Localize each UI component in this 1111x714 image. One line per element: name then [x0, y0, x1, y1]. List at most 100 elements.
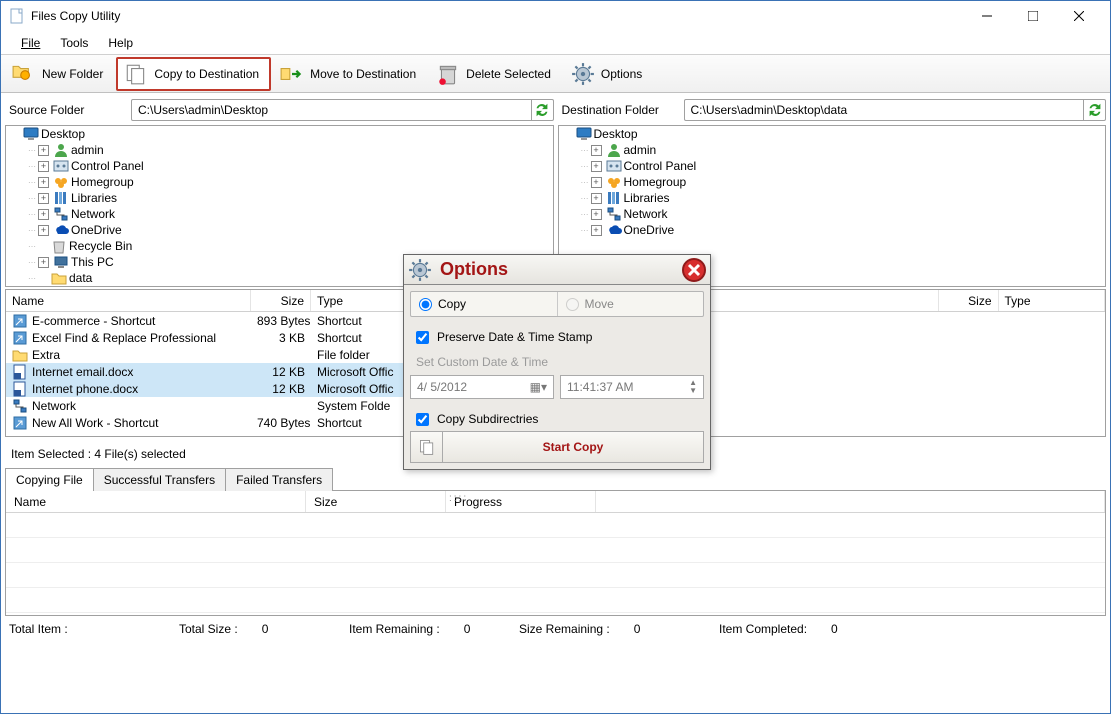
tree-item[interactable]: ⋯+ Network — [6, 206, 553, 222]
tree-item[interactable]: ⋯+ Libraries — [6, 190, 553, 206]
time-picker[interactable]: 11:41:37 AM▲▼ — [560, 375, 704, 399]
tree-item[interactable]: ⋯+ Homegroup — [6, 174, 553, 190]
tree-item-label: Desktop — [41, 127, 85, 141]
expand-toggle[interactable]: + — [38, 177, 49, 188]
tree-item[interactable]: ⋯ Recycle Bin — [6, 238, 553, 254]
col-type[interactable]: Type — [999, 290, 1106, 311]
col-spacer — [596, 491, 1105, 512]
col-size[interactable]: Size — [251, 290, 311, 311]
app-icon — [9, 8, 25, 24]
total-item-label: Total Item : — [9, 622, 68, 636]
date-picker[interactable]: 4/ 5/2012▦▾ — [410, 375, 554, 399]
doc-icon — [12, 364, 28, 380]
tree-item[interactable]: ⋯+ admin — [6, 142, 553, 158]
splitter-grip[interactable]: :::: — [449, 493, 468, 504]
screen-icon — [576, 126, 592, 142]
expand-toggle[interactable]: + — [38, 161, 49, 172]
tab-failed-transfers[interactable]: Failed Transfers — [225, 468, 333, 491]
net-icon — [12, 398, 28, 414]
tree-item[interactable]: Desktop — [6, 126, 553, 142]
mode-move-radio[interactable]: Move — [557, 292, 704, 316]
expand-toggle[interactable]: + — [591, 161, 602, 172]
col-name[interactable]: Name — [6, 290, 251, 311]
destination-refresh-button[interactable] — [1083, 100, 1105, 120]
hg-icon — [606, 174, 622, 190]
cp-icon — [53, 158, 69, 174]
tab-copying-file[interactable]: Copying File — [5, 468, 94, 491]
tree-item-label: Network — [71, 207, 115, 221]
expand-toggle[interactable]: + — [38, 193, 49, 204]
od-icon — [606, 222, 622, 238]
tree-item[interactable]: ⋯+ OneDrive — [559, 222, 1106, 238]
copy-icon — [124, 62, 148, 86]
window-title: Files Copy Utility — [31, 9, 964, 23]
close-button[interactable] — [1056, 1, 1102, 31]
options-button[interactable]: Options — [564, 57, 653, 91]
col-progress[interactable]: Progress — [446, 491, 596, 512]
destination-path-input[interactable] — [685, 103, 1084, 117]
radio-move[interactable] — [566, 298, 579, 311]
new-folder-button[interactable]: New Folder — [5, 57, 114, 91]
preserve-timestamp-checkbox[interactable]: Preserve Date & Time Stamp — [410, 325, 704, 349]
expand-toggle[interactable]: + — [591, 145, 602, 156]
cp-icon — [606, 158, 622, 174]
tree-item[interactable]: ⋯+ Control Panel — [559, 158, 1106, 174]
tree-item[interactable]: ⋯+ OneDrive — [6, 222, 553, 238]
move-to-destination-button[interactable]: Move to Destination — [273, 57, 427, 91]
item-remaining-label: Item Remaining : — [349, 622, 440, 636]
copy-to-destination-label: Copy to Destination — [154, 67, 259, 81]
tab-successful-transfers[interactable]: Successful Transfers — [93, 468, 226, 491]
expand-toggle[interactable]: + — [38, 145, 49, 156]
copy-to-destination-button[interactable]: Copy to Destination — [116, 57, 271, 91]
options-close-button[interactable] — [682, 258, 706, 282]
move-icon — [280, 62, 304, 86]
tree-item[interactable]: Desktop — [559, 126, 1106, 142]
file-size: 893 Bytes — [251, 314, 311, 328]
table-row — [6, 588, 1105, 613]
copy-icon — [410, 431, 442, 463]
copy-subdirectories-checkbox[interactable]: Copy Subdirectries — [410, 407, 704, 431]
bin-icon — [51, 238, 67, 254]
expand-toggle[interactable]: + — [38, 257, 49, 268]
gear-icon — [571, 62, 595, 86]
tree-item[interactable]: ⋯+ Control Panel — [6, 158, 553, 174]
menu-file[interactable]: File — [13, 34, 48, 52]
delete-selected-button[interactable]: Delete Selected — [429, 57, 562, 91]
refresh-icon — [533, 101, 551, 119]
status-bar: Total Item : Total Size : 0 Item Remainin… — [1, 616, 1110, 642]
spinner-icon: ▲▼ — [689, 379, 697, 395]
maximize-button[interactable] — [1010, 1, 1056, 31]
tree-item[interactable]: ⋯+ Libraries — [559, 190, 1106, 206]
menu-tools[interactable]: Tools — [52, 34, 96, 52]
expand-toggle[interactable]: + — [591, 225, 602, 236]
expand-toggle[interactable]: + — [38, 225, 49, 236]
tree-item[interactable]: ⋯+ admin — [559, 142, 1106, 158]
col-size[interactable]: Size — [939, 290, 999, 311]
col-size[interactable]: Size — [306, 491, 446, 512]
file-name: Network — [32, 399, 76, 413]
tree-item[interactable]: ⋯+ Network — [559, 206, 1106, 222]
source-path-input[interactable] — [132, 103, 531, 117]
col-name[interactable]: Name — [6, 491, 306, 512]
total-size-label: Total Size : — [179, 622, 238, 636]
source-path-box — [131, 99, 554, 121]
short-icon — [12, 330, 28, 346]
expand-toggle[interactable]: + — [38, 209, 49, 220]
expand-toggle[interactable]: + — [591, 209, 602, 220]
move-to-destination-label: Move to Destination — [310, 67, 416, 81]
tree-item-label: This PC — [71, 255, 114, 269]
expand-toggle[interactable]: + — [591, 193, 602, 204]
start-copy-button[interactable]: Start Copy — [442, 431, 704, 463]
tree-item[interactable]: ⋯+ Homegroup — [559, 174, 1106, 190]
options-dialog-title: Options — [436, 259, 682, 280]
total-size-value: 0 — [262, 622, 269, 636]
source-refresh-button[interactable] — [531, 100, 553, 120]
file-name: New All Work - Shortcut — [32, 416, 158, 430]
mode-copy-radio[interactable]: Copy — [411, 292, 557, 316]
options-label: Options — [601, 67, 642, 81]
expand-toggle[interactable]: + — [591, 177, 602, 188]
minimize-button[interactable] — [964, 1, 1010, 31]
tree-item-label: OneDrive — [71, 223, 122, 237]
menu-help[interactable]: Help — [100, 34, 141, 52]
radio-copy[interactable] — [419, 298, 432, 311]
